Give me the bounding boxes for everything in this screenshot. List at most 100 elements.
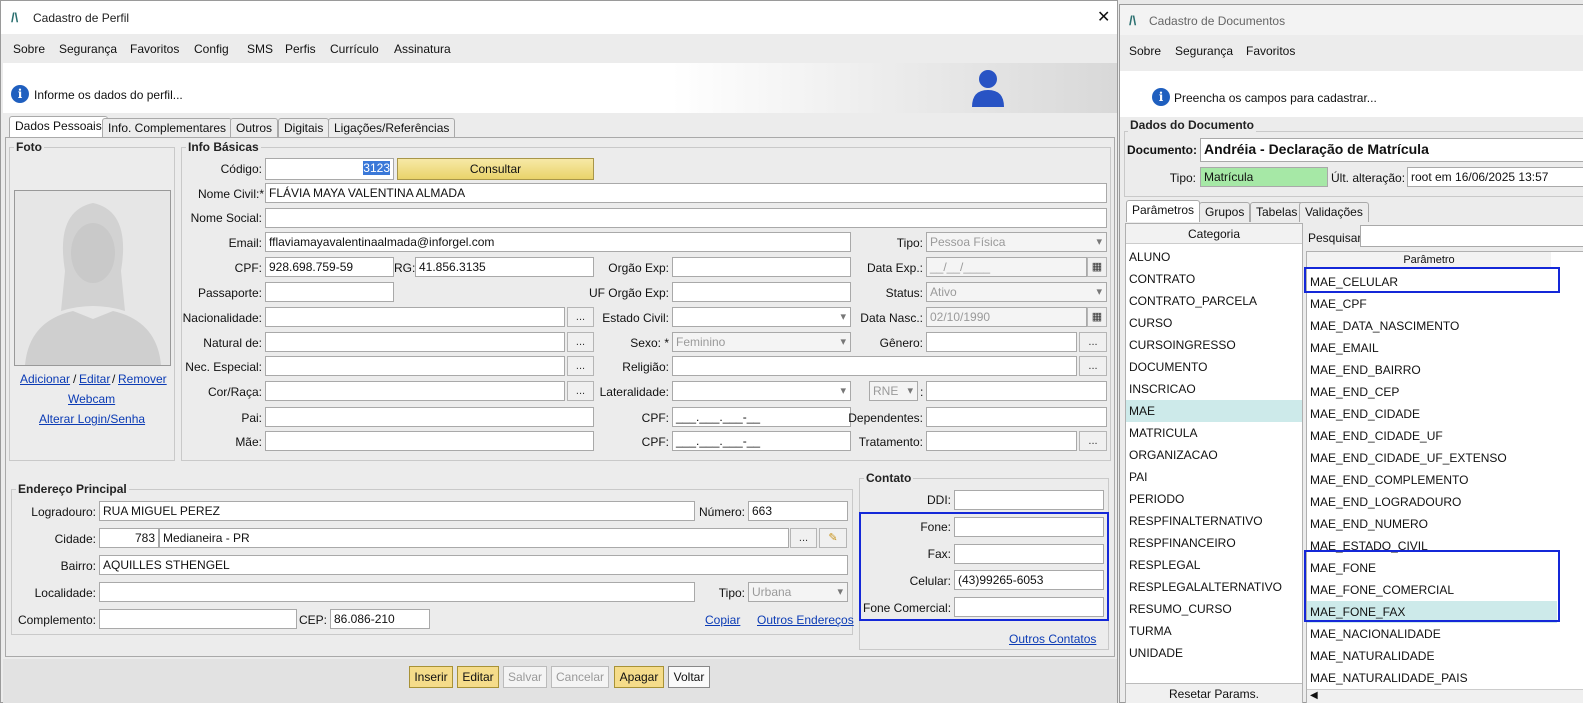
genero-lookup-button[interactable]: ... bbox=[1079, 332, 1107, 352]
endereco-tipo-select[interactable]: Urbana bbox=[748, 582, 848, 602]
menu-perfis[interactable]: Perfis bbox=[285, 42, 316, 56]
estado-civil-select[interactable] bbox=[672, 307, 851, 327]
cpf-pai-input[interactable]: ___.___.___-__ bbox=[672, 407, 851, 427]
table-row[interactable]: MAE_END_CIDADE_UF bbox=[1307, 425, 1557, 447]
categoria-header[interactable]: Categoria bbox=[1126, 224, 1302, 244]
tipo-select[interactable]: Pessoa Física bbox=[926, 232, 1107, 252]
list-item[interactable]: UNIDADE bbox=[1126, 642, 1302, 664]
orgao-exp-input[interactable] bbox=[672, 257, 851, 277]
nome-social-input[interactable] bbox=[265, 208, 1107, 228]
edit-pencil-icon[interactable]: ✎ bbox=[819, 528, 847, 548]
table-row[interactable]: MAE_NATURALIDADE bbox=[1307, 645, 1557, 667]
list-item[interactable]: PERIODO bbox=[1126, 488, 1302, 510]
tratamento-lookup-button[interactable]: ... bbox=[1079, 431, 1107, 451]
outros-enderecos-link[interactable]: Outros Endereços bbox=[757, 613, 854, 627]
list-item[interactable]: CURSO bbox=[1126, 312, 1302, 334]
tab-digitais[interactable]: Digitais bbox=[278, 118, 330, 138]
inserir-button[interactable]: Inserir bbox=[409, 666, 453, 688]
tab-grupos[interactable]: Grupos bbox=[1199, 202, 1251, 222]
rg-input[interactable]: 41.856.3135 bbox=[415, 257, 594, 277]
list-item[interactable]: RESPLEGAL bbox=[1126, 554, 1302, 576]
rne-select[interactable]: RNE bbox=[869, 381, 918, 401]
religiao-input[interactable] bbox=[672, 356, 1077, 376]
natural-input[interactable] bbox=[265, 332, 565, 352]
table-row[interactable]: MAE_END_LOGRADOURO bbox=[1307, 491, 1557, 513]
table-row[interactable]: MAE_END_NUMERO bbox=[1307, 513, 1557, 535]
list-item[interactable]: PAI bbox=[1126, 466, 1302, 488]
cancelar-button[interactable]: Cancelar bbox=[551, 666, 609, 688]
mae-input[interactable] bbox=[265, 431, 594, 451]
status-select[interactable]: Ativo bbox=[926, 282, 1107, 302]
list-item[interactable]: TURMA bbox=[1126, 620, 1302, 642]
scroll-left-icon[interactable]: ◀ bbox=[1310, 690, 1318, 701]
remover-link[interactable]: Remover bbox=[118, 372, 167, 386]
list-item[interactable]: CONTRATO bbox=[1126, 268, 1302, 290]
table-row[interactable]: MAE_END_BAIRRO bbox=[1307, 359, 1557, 381]
apagar-button[interactable]: Apagar bbox=[614, 666, 664, 688]
cor-raca-lookup-button[interactable]: ... bbox=[567, 381, 594, 401]
logradouro-input[interactable]: RUA MIGUEL PEREZ bbox=[99, 501, 695, 521]
menu-seguranca[interactable]: Segurança bbox=[59, 42, 117, 56]
cor-raca-input[interactable] bbox=[265, 381, 565, 401]
localidade-input[interactable] bbox=[99, 582, 695, 602]
menu-sms[interactable]: SMS bbox=[247, 42, 273, 56]
religiao-lookup-button[interactable]: ... bbox=[1079, 356, 1107, 376]
bairro-input[interactable]: AQUILLES STHENGEL bbox=[99, 555, 848, 575]
nacionalidade-lookup-button[interactable]: ... bbox=[567, 307, 594, 327]
uf-orgao-input[interactable] bbox=[672, 282, 851, 302]
parametro-header[interactable]: Parâmetro bbox=[1307, 252, 1551, 268]
webcam-link[interactable]: Webcam bbox=[68, 392, 115, 406]
fax-input[interactable] bbox=[954, 544, 1104, 564]
nacionalidade-input[interactable] bbox=[265, 307, 565, 327]
list-item[interactable]: ORGANIZACAO bbox=[1126, 444, 1302, 466]
list-item[interactable]: DOCUMENTO bbox=[1126, 356, 1302, 378]
list-item[interactable]: RESPFINALTERNATIVO bbox=[1126, 510, 1302, 532]
nec-especial-lookup-button[interactable]: ... bbox=[567, 356, 594, 376]
cep-input[interactable]: 86.086-210 bbox=[330, 609, 430, 629]
tab-tabelas[interactable]: Tabelas bbox=[1250, 202, 1304, 222]
rne-input[interactable] bbox=[926, 381, 1107, 401]
list-item[interactable]: CONTRATO_PARCELA bbox=[1126, 290, 1302, 312]
complemento-input[interactable] bbox=[99, 609, 297, 629]
horizontal-scrollbar[interactable]: ◀ bbox=[1307, 689, 1583, 703]
editar-button[interactable]: Editar bbox=[457, 666, 499, 688]
fone-comercial-input[interactable] bbox=[954, 597, 1104, 617]
table-row[interactable]: MAE_DATA_NASCIMENTO bbox=[1307, 315, 1557, 337]
list-item[interactable]: ALUNO bbox=[1126, 246, 1302, 268]
nome-civil-input[interactable]: FLÁVIA MAYA VALENTINA ALMADA bbox=[265, 183, 1107, 203]
tab-outros[interactable]: Outros bbox=[230, 118, 279, 138]
dependentes-input[interactable] bbox=[926, 407, 1107, 427]
table-row[interactable]: MAE_END_CIDADE_UF_EXTENSO bbox=[1307, 447, 1557, 469]
email-input[interactable]: fflaviamayavalentinaalmada@inforgel.com bbox=[265, 232, 851, 252]
natural-lookup-button[interactable]: ... bbox=[567, 332, 594, 352]
editar-link[interactable]: Editar bbox=[79, 372, 110, 386]
reset-params-button[interactable]: Resetar Params. bbox=[1126, 683, 1302, 703]
cpf-input[interactable]: 928.698.759-59 bbox=[265, 257, 394, 277]
menu-favoritos[interactable]: Favoritos bbox=[130, 42, 179, 56]
list-item[interactable]: CURSOINGRESSO bbox=[1126, 334, 1302, 356]
ddi-input[interactable] bbox=[954, 490, 1104, 510]
numero-input[interactable]: 663 bbox=[748, 501, 848, 521]
alterar-login-link[interactable]: Alterar Login/Senha bbox=[39, 412, 145, 426]
cpf-mae-input[interactable]: ___.___.___-__ bbox=[672, 431, 851, 451]
list-item[interactable]: MATRICULA bbox=[1126, 422, 1302, 444]
table-row[interactable]: MAE_NATURALIDADE_PAIS bbox=[1307, 667, 1557, 689]
outros-contatos-link[interactable]: Outros Contatos bbox=[1009, 632, 1096, 646]
menu-assinatura[interactable]: Assinatura bbox=[394, 42, 451, 56]
table-row[interactable]: MAE_EMAIL bbox=[1307, 337, 1557, 359]
sexo-select[interactable]: Feminino bbox=[672, 332, 851, 352]
cidade-lookup-button[interactable]: ... bbox=[790, 528, 817, 548]
calendar-icon[interactable]: ▦ bbox=[1087, 307, 1107, 327]
list-item[interactable]: INSCRICAO bbox=[1126, 378, 1302, 400]
menu-sobre[interactable]: Sobre bbox=[1129, 44, 1161, 58]
tab-info-complementares[interactable]: Info. Complementares bbox=[102, 118, 233, 138]
tab-validacoes[interactable]: Validações bbox=[1299, 202, 1369, 222]
genero-input[interactable] bbox=[926, 332, 1077, 352]
table-row[interactable]: MAE_NACIONALIDADE bbox=[1307, 623, 1557, 645]
list-item[interactable]: RESPFINANCEIRO bbox=[1126, 532, 1302, 554]
data-exp-input[interactable]: __/__/____ bbox=[926, 257, 1087, 277]
consultar-button[interactable]: Consultar bbox=[397, 158, 594, 180]
cidade-input[interactable]: Medianeira - PR bbox=[159, 528, 789, 548]
tab-dados-pessoais[interactable]: Dados Pessoais bbox=[9, 116, 108, 138]
menu-sobre[interactable]: Sobre bbox=[13, 42, 45, 56]
